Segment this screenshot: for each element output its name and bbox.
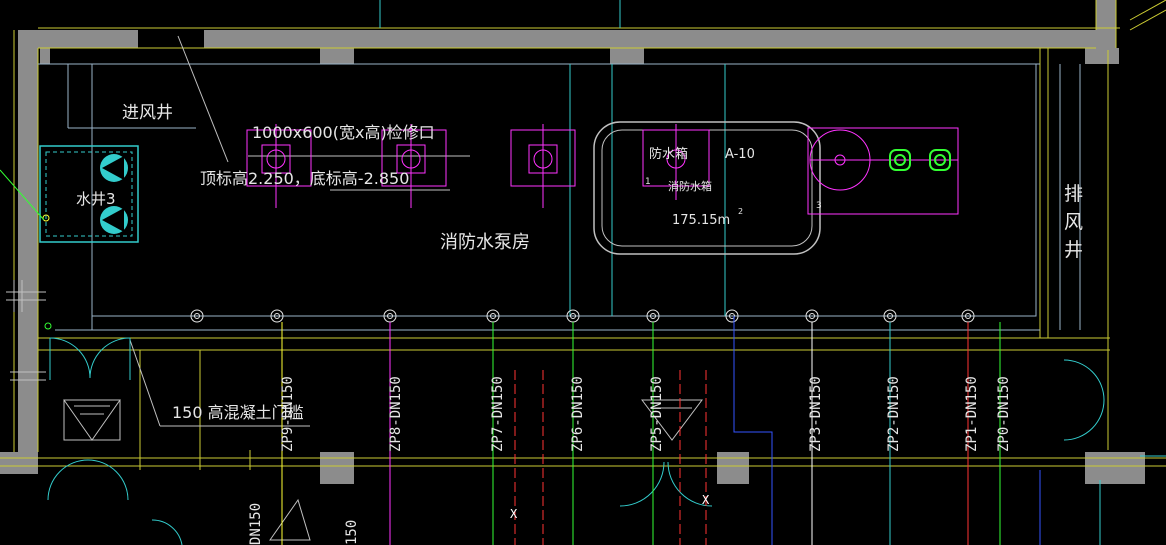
pump-tag: 3: [816, 201, 822, 211]
room-name: 消防水泵房: [440, 232, 530, 253]
door-left-upper: [49, 337, 91, 379]
corner-line: [1129, 0, 1166, 21]
cad-drawing-canvas[interactable]: 水井3 防水箱 A-10 消防水箱 1 175.15m 2 3 进风井 1000…: [0, 0, 1166, 545]
floor-plan-svg: 水井3 防水箱 A-10 消防水箱 1 175.15m 2 3 进风井 1000…: [0, 0, 1166, 545]
tank-tag-3: 消防水箱: [668, 179, 712, 193]
riser-label: ZP0-DN150: [996, 376, 1012, 452]
intake-shaft-label: 进风井: [122, 103, 173, 123]
tank-tag-1: 防水箱: [649, 146, 688, 162]
riser-label: ZP1-DN150: [964, 376, 980, 452]
svg-text:X: X: [702, 493, 710, 507]
sump-icon-bottom: [269, 498, 311, 541]
elevation-note: 顶标高2.250，底标高-2.850: [200, 169, 409, 188]
riser-label: ZP9-DN150: [280, 376, 296, 452]
column-3: [1085, 48, 1119, 64]
lower-pipe-label-2: 150: [344, 520, 360, 545]
column-bottom-2: [717, 452, 749, 484]
room-lines: [38, 63, 1081, 331]
riser-label: ZP8-DN150: [388, 376, 404, 452]
left-wall: [18, 30, 38, 470]
sump-icon-left: [63, 399, 121, 441]
well-pump-icon-1: [100, 154, 128, 182]
riser-pipes: ZP9-DN150 ZP8-DN150 ZP7-DN150 ZP6-DN150 ZP5-…: [190, 309, 1012, 545]
svg-text:风: 风: [1064, 211, 1083, 233]
right-wall-top: [1096, 0, 1116, 48]
svg-text:井: 井: [1064, 239, 1083, 261]
column-0: [40, 48, 50, 64]
lower-left-pipe-label: DN150: [248, 503, 264, 545]
column-bottom-3: [1085, 452, 1145, 484]
riser-label: ZP2-DN150: [886, 376, 902, 452]
tank-area-sup: 2: [738, 207, 743, 216]
pressure-pump-set[interactable]: [807, 127, 959, 215]
well-pump-icon-2: [100, 206, 128, 234]
svg-text:排: 排: [1064, 183, 1083, 205]
left-wall-bottom: [0, 452, 38, 474]
svg-text:X: X: [510, 507, 518, 521]
column-bottom-1: [320, 452, 354, 484]
water-well-label: 水井3: [76, 190, 116, 208]
tank-tag-num: 1: [645, 177, 651, 187]
pump-3[interactable]: [510, 124, 576, 208]
tank-tag-2: A-10: [725, 147, 755, 162]
column-2: [610, 48, 644, 64]
door-bottom-mid: [619, 461, 665, 507]
tank-area: 175.15m: [672, 213, 730, 228]
top-wall-opening: [138, 30, 204, 48]
riser-label: ZP6-DN150: [570, 376, 586, 452]
column-1: [320, 48, 354, 64]
exhaust-shaft-label: 排 风 井: [1064, 183, 1083, 261]
access-hatch-label: 1000x600(宽x高)检修口: [252, 123, 435, 142]
water-well: 水井3: [39, 145, 139, 243]
riser-label: ZP7-DN150: [490, 376, 506, 452]
riser-label: ZP5-DN150: [649, 376, 665, 452]
door-right: [1063, 359, 1105, 401]
leader-lines: [129, 35, 470, 427]
riser-label: ZP3-DN150: [808, 376, 824, 452]
